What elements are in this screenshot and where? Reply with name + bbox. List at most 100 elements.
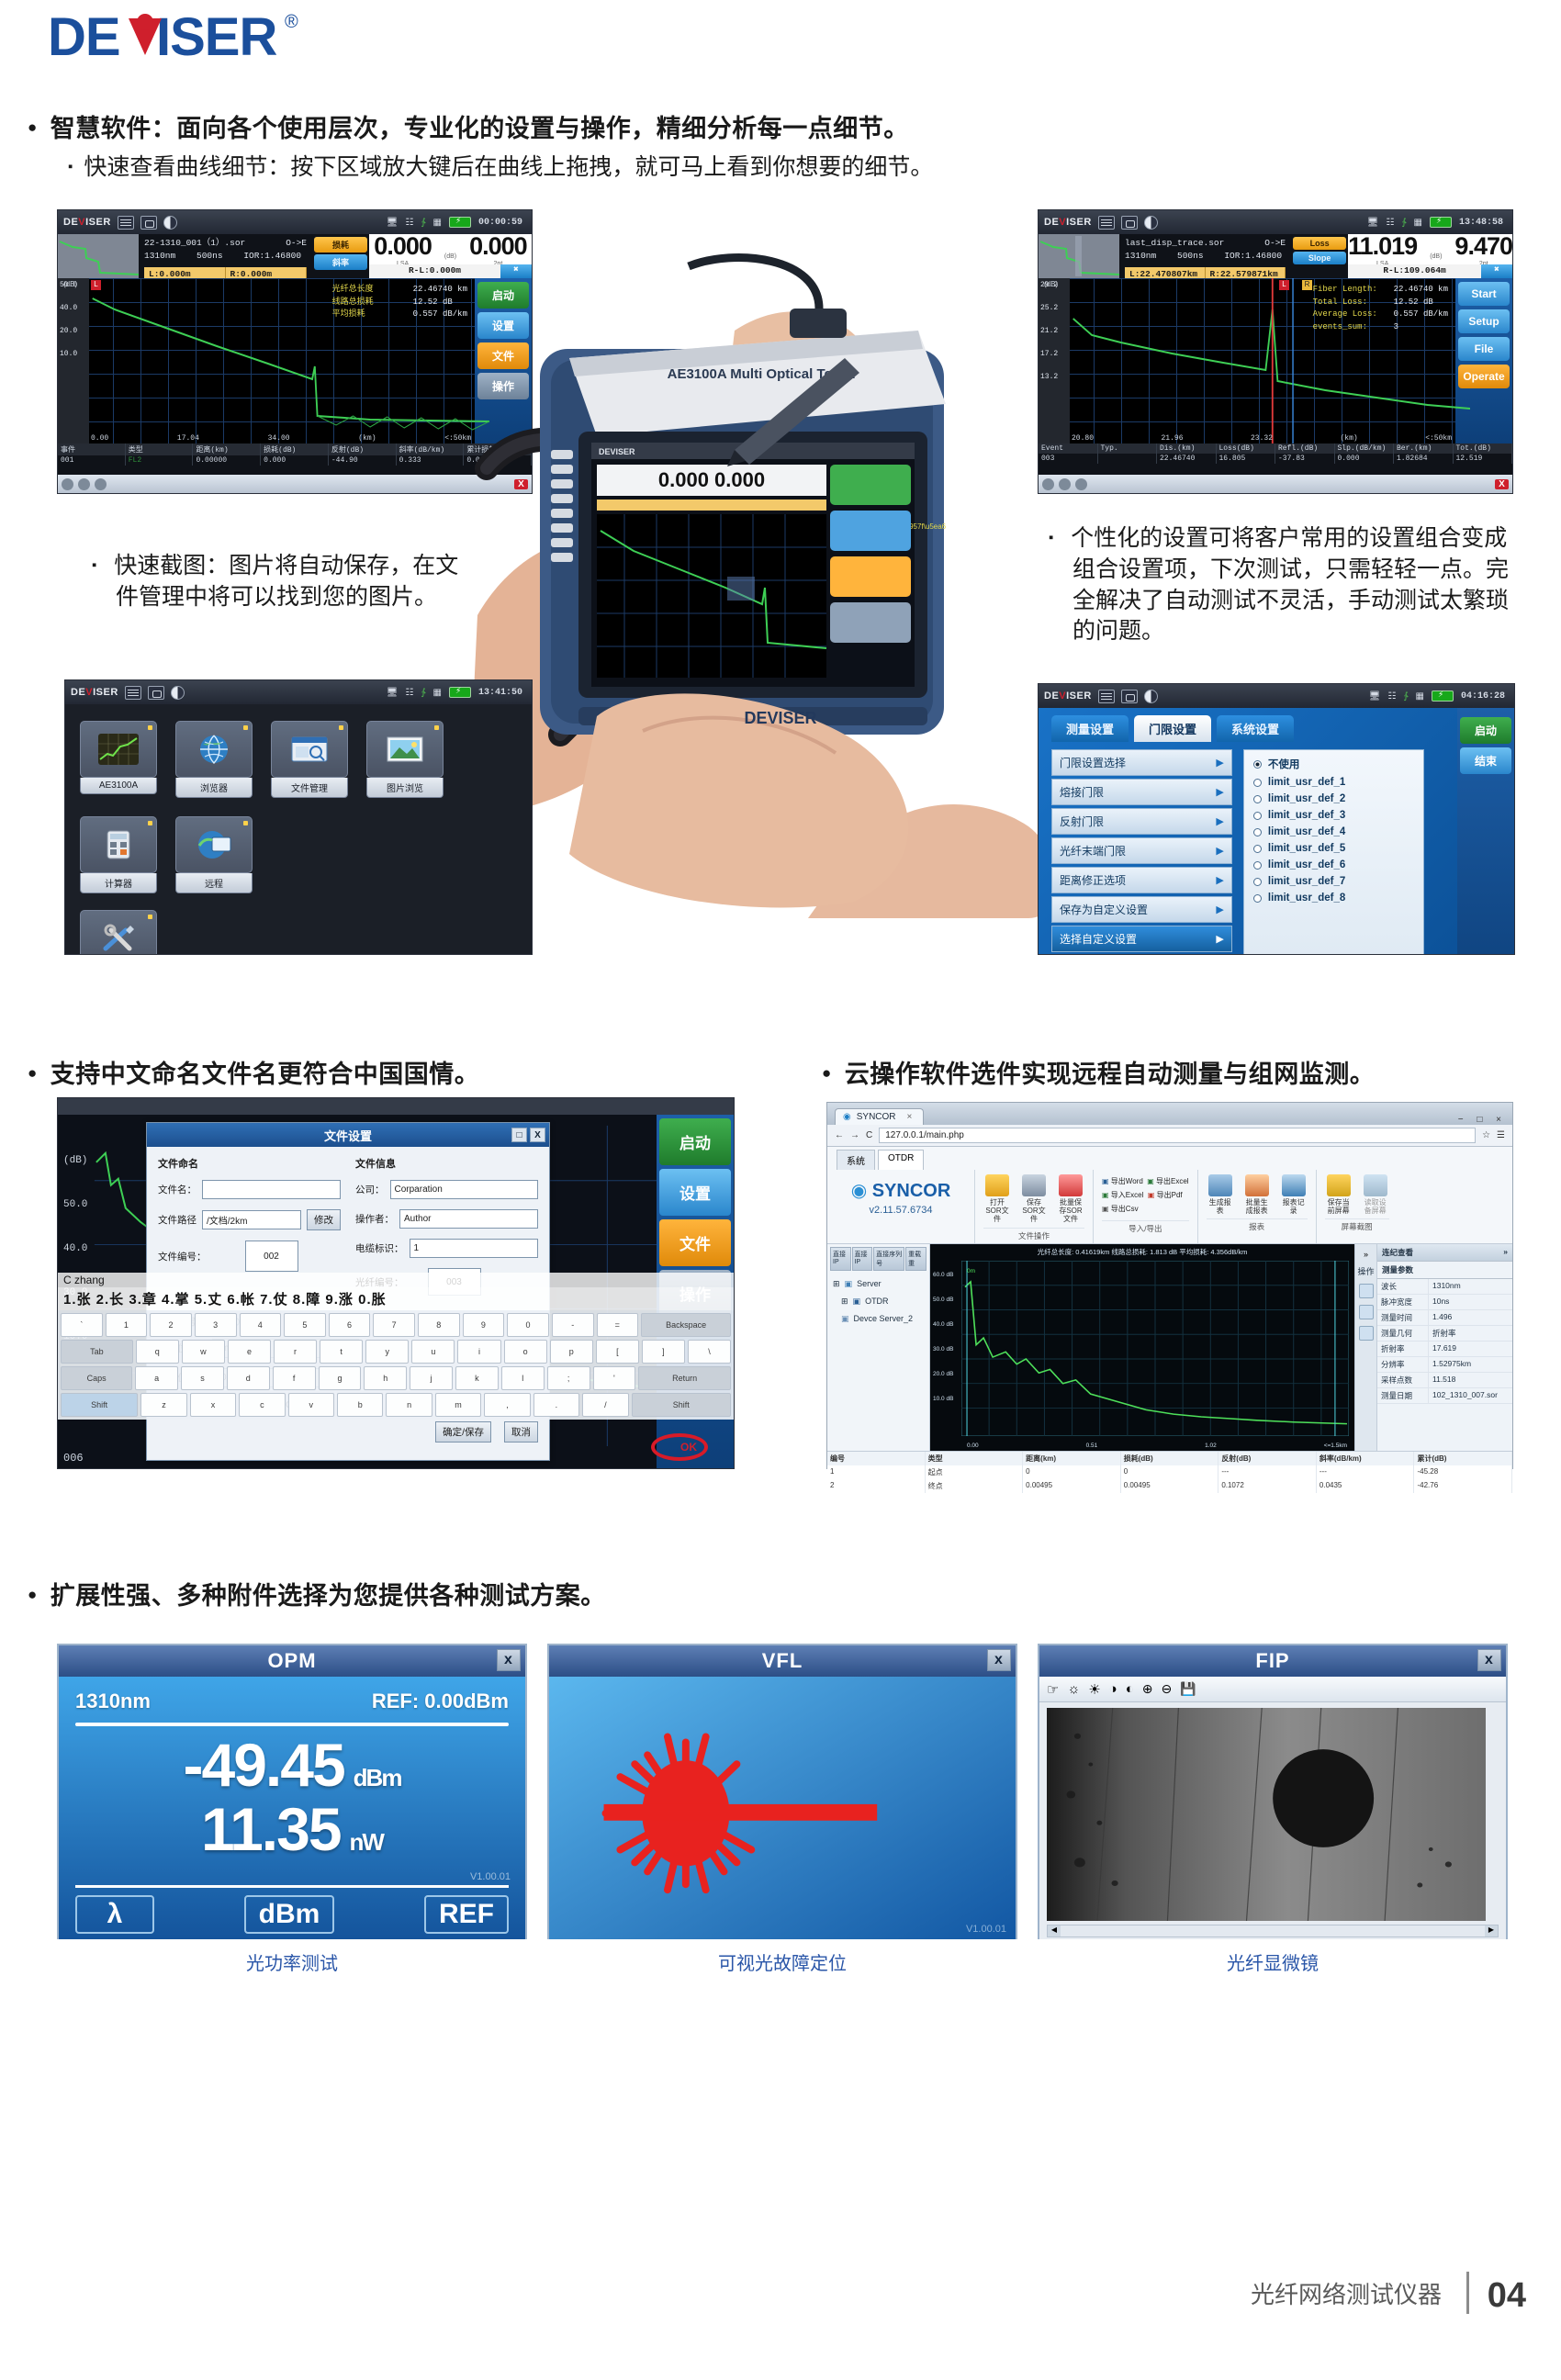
key[interactable]: ` [61, 1313, 103, 1337]
bookmark-star-icon[interactable]: ☆ [1482, 1130, 1490, 1140]
tab-measure-settings[interactable]: 测量设置 [1051, 715, 1129, 742]
key[interactable]: y [365, 1340, 410, 1364]
key[interactable]: r [274, 1340, 318, 1364]
save-sor-button[interactable]: 保存SOR文件 [1020, 1174, 1048, 1224]
unit-button[interactable]: dBm [243, 1895, 335, 1934]
opm-softkeys[interactable]: λ dBm REF [75, 1895, 509, 1934]
key[interactable]: o [503, 1340, 547, 1364]
browser-addressbar[interactable]: ← → C 127.0.0.1/main.php ☆ ☰ [827, 1125, 1512, 1147]
keyboard-row[interactable]: Caps a s d f g h j k l ; ' Return [61, 1366, 731, 1390]
fip-window[interactable]: FIP x ☞ ☼ ☀ ◑ ◐ ⊕ ⊖ 💾 ◀ ▶ [1038, 1644, 1508, 1939]
desktop-item-calculator[interactable]: 计算器 [80, 816, 157, 893]
desktop-item-ae3100a[interactable]: AE3100A [80, 721, 157, 798]
settings-option-list[interactable]: 不使用 limit_usr_def_1 limit_usr_def_2 limi… [1242, 749, 1424, 954]
zoom-in-icon[interactable]: ⊕ [1142, 1681, 1153, 1697]
nav-icon-3[interactable] [1075, 477, 1087, 490]
key[interactable]: u [411, 1340, 455, 1364]
zoom-out-icon[interactable]: ⊖ [1162, 1681, 1173, 1697]
cancel-button[interactable]: 取消 [504, 1421, 538, 1443]
otdr-left-plot[interactable]: 50.0 40.0 20.0 10.0 (dB) L 光纤总长度 22.46740… [58, 278, 489, 443]
batch-save-sor-button[interactable]: 批量保存SOR文件 [1057, 1174, 1084, 1224]
key[interactable]: q [135, 1340, 179, 1364]
modify-button[interactable]: 修改 [307, 1209, 341, 1230]
key[interactable]: 5 [284, 1313, 326, 1337]
ribbon-tab-otdr[interactable]: OTDR [878, 1150, 925, 1170]
keyboard-icon[interactable] [124, 685, 141, 700]
key[interactable]: a [135, 1366, 179, 1390]
table-row[interactable]: 1 起点 0 0 --- --- -45.28 [827, 1465, 1513, 1479]
maximize-icon[interactable]: □ [511, 1128, 527, 1142]
settings-item[interactable]: 保存为自定义设置 ▶ [1051, 896, 1232, 923]
desktop-item-settings[interactable]: 设置 [80, 910, 157, 954]
nav-icon-1[interactable] [62, 477, 73, 490]
collapse-icon[interactable]: » [1503, 1247, 1508, 1256]
tree-toolbar[interactable]: 直接IP 直接IP 直接序列号 重载重 [830, 1246, 927, 1271]
brightness-down-icon[interactable]: ☀ [1088, 1681, 1100, 1698]
key[interactable]: 0 [507, 1313, 549, 1337]
report-log-button[interactable]: 报表记录 [1280, 1174, 1308, 1215]
threshold-settings-screen[interactable]: DEVISER 🖥 ☷ ∱ ▦ 04:16:28 测量设置 门限设置 系统设置 [1038, 683, 1515, 955]
ribbon-tabs[interactable]: 系统 OTDR [827, 1147, 1512, 1170]
file-settings-screen[interactable]: (dB)50.040.030.010.00.00 启动 设置 文件 操作 006… [57, 1097, 735, 1469]
key[interactable]: t [320, 1340, 364, 1364]
tree-node-server[interactable]: ⊞ ▣ Server [830, 1275, 926, 1293]
key[interactable]: s [181, 1366, 224, 1390]
desktop-item-browser[interactable]: 浏览器 [175, 721, 253, 798]
desktop-item-remote[interactable]: 远程 [175, 816, 253, 893]
key[interactable]: h [364, 1366, 408, 1390]
otdr-right-mode-buttons[interactable]: Loss Slope [1291, 234, 1348, 278]
field-fileno[interactable]: 文件编号： 002 [158, 1241, 341, 1272]
radio-icon[interactable] [1252, 759, 1262, 769]
export-csv-button[interactable]: ▣ 导出Csv [1102, 1202, 1189, 1216]
setup-button[interactable]: 设置 [659, 1169, 731, 1216]
key[interactable]: c [239, 1393, 286, 1417]
key[interactable]: 4 [239, 1313, 282, 1337]
contrast-icon[interactable] [163, 215, 177, 230]
reload-icon[interactable]: C [866, 1130, 872, 1140]
export-word-button[interactable]: ▣ 导出Word ▣ 导出Excel [1102, 1174, 1189, 1188]
desktop-item-photo-viewer[interactable]: 图片浏览 [366, 721, 444, 798]
slope-button[interactable]: 斜率 [314, 254, 367, 270]
key[interactable]: x [189, 1393, 237, 1417]
back-icon[interactable]: ← [835, 1130, 844, 1140]
close-icon[interactable]: x [497, 1649, 521, 1671]
keyboard-icon[interactable] [117, 215, 134, 230]
option-row[interactable]: limit_usr_def_4 [1252, 826, 1414, 837]
contrast-down-icon[interactable]: ◐ [1126, 1681, 1134, 1697]
field-filepath[interactable]: 文件路径 /文档/2km 修改 [158, 1209, 341, 1230]
key[interactable]: e [227, 1340, 271, 1364]
key[interactable]: f [272, 1366, 316, 1390]
key[interactable]: ; [546, 1366, 590, 1390]
key[interactable]: w [181, 1340, 225, 1364]
settings-item-selected[interactable]: 选择自定义设置 ▶ [1051, 926, 1232, 952]
ref-button[interactable]: REF [423, 1895, 509, 1934]
key[interactable]: 2 [150, 1313, 192, 1337]
wavelength-button[interactable]: λ [75, 1895, 154, 1934]
option-row[interactable]: limit_usr_def_2 [1252, 793, 1414, 804]
scroll-right-icon[interactable]: ▶ [1485, 1925, 1498, 1937]
ime-candidates[interactable]: 1.张 2.长 3.章 4.掌 5.丈 6.帐 7.仗 8.障 9.涨 0.胀 [58, 1287, 734, 1310]
tree-node-otdr[interactable]: ⊞ ▣ OTDR [830, 1293, 926, 1310]
import-excel-button[interactable]: ▣ 导入Excel ▣ 导出Pdf [1102, 1188, 1189, 1202]
start-button[interactable]: 启动 [659, 1118, 731, 1165]
key[interactable]: 6 [328, 1313, 371, 1337]
cursor-swap-icon[interactable]: ✖ [1481, 264, 1512, 278]
key[interactable]: 1 [105, 1313, 148, 1337]
screenshot-icon[interactable] [147, 685, 164, 700]
key[interactable]: , [484, 1393, 531, 1417]
vfl-window[interactable]: VFL x V1.00.01 [547, 1644, 1017, 1939]
option-row[interactable]: limit_usr_def_7 [1252, 876, 1414, 887]
marker-l[interactable]: L [1279, 280, 1289, 290]
key[interactable]: . [533, 1393, 580, 1417]
otdr-left-mode-buttons[interactable]: 损耗 斜率 [312, 234, 369, 278]
radio-icon[interactable] [1252, 778, 1262, 787]
device-tree[interactable]: 直接IP 直接IP 直接序列号 重载重 ⊞ ▣ Server ⊞ ▣ OTDR … [827, 1243, 930, 1451]
option-row[interactable]: limit_usr_def_8 [1252, 892, 1414, 904]
otdr-right-plot[interactable]: 29.2 25.2 21.2 17.2 13.2 (dB) L R Fiber … [1039, 278, 1470, 443]
key[interactable]: l [500, 1366, 545, 1390]
browser-tabbar[interactable]: ◉ SYNCOR × − □ × [827, 1103, 1512, 1125]
open-sor-button[interactable]: 打开SOR文件 [983, 1174, 1011, 1224]
key[interactable]: 3 [194, 1313, 237, 1337]
desktop-screen[interactable]: DEVISER 🖥 ☷ ∱ ▦ 13:41:50 [64, 679, 533, 955]
file-button[interactable]: 文件 [659, 1219, 731, 1266]
